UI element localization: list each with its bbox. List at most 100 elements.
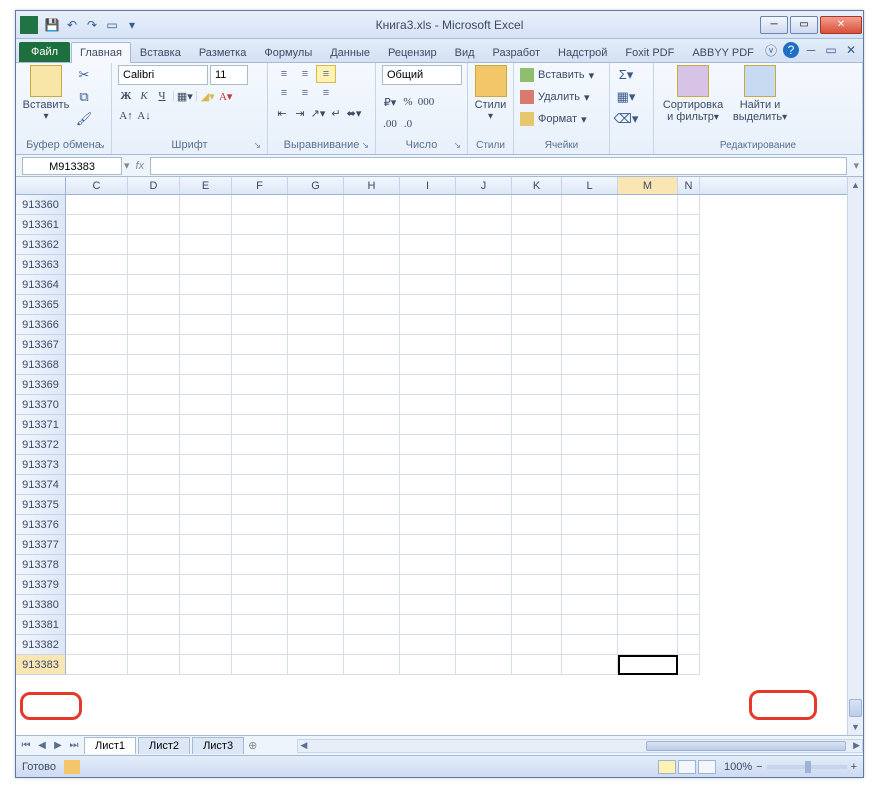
cell[interactable] — [400, 215, 456, 235]
cell[interactable] — [128, 195, 180, 215]
cell[interactable] — [66, 415, 128, 435]
grow-font-button[interactable]: A↑ — [118, 107, 134, 125]
autosum-button[interactable]: Σ▾ — [616, 65, 636, 85]
file-tab[interactable]: Файл — [19, 42, 70, 62]
close-button[interactable]: ✕ — [820, 16, 862, 34]
cell[interactable] — [232, 235, 288, 255]
cell[interactable] — [618, 595, 678, 615]
save-icon[interactable]: 💾 — [44, 17, 60, 33]
zoom-out-button[interactable]: − — [756, 761, 762, 773]
cell[interactable] — [512, 435, 562, 455]
minimize-button[interactable]: ─ — [760, 16, 788, 34]
cell[interactable] — [618, 375, 678, 395]
row-header[interactable]: 913361 — [16, 215, 66, 235]
cell[interactable] — [678, 455, 700, 475]
cell[interactable] — [66, 295, 128, 315]
last-sheet-icon[interactable]: ⏭ — [66, 740, 82, 751]
expand-formula-bar-icon[interactable]: ▾ — [853, 159, 863, 172]
cell[interactable] — [562, 415, 618, 435]
cell[interactable] — [66, 435, 128, 455]
cell[interactable] — [128, 255, 180, 275]
cell[interactable] — [512, 475, 562, 495]
cell[interactable] — [180, 495, 232, 515]
italic-button[interactable]: К — [136, 87, 152, 105]
cell[interactable] — [562, 575, 618, 595]
cell[interactable] — [66, 475, 128, 495]
scroll-right-icon[interactable]: ▶ — [853, 740, 860, 751]
cell[interactable] — [232, 415, 288, 435]
cell[interactable] — [128, 435, 180, 455]
cell[interactable] — [344, 235, 400, 255]
cell[interactable] — [562, 355, 618, 375]
cell[interactable] — [288, 455, 344, 475]
comma-button[interactable]: 000 — [418, 93, 434, 111]
column-header[interactable]: M — [618, 177, 678, 194]
align-middle-button[interactable]: ≡ — [295, 65, 315, 83]
cell[interactable] — [180, 595, 232, 615]
cell[interactable] — [344, 475, 400, 495]
formula-input[interactable] — [150, 157, 847, 175]
cell[interactable] — [344, 415, 400, 435]
cell[interactable] — [618, 575, 678, 595]
cell[interactable] — [288, 575, 344, 595]
increase-indent-button[interactable]: ⇥ — [292, 104, 308, 122]
cell[interactable] — [618, 455, 678, 475]
row-header[interactable]: 913383 — [16, 655, 66, 675]
cell[interactable] — [232, 615, 288, 635]
cell[interactable] — [678, 595, 700, 615]
column-header[interactable]: D — [128, 177, 180, 194]
decrease-decimal-button[interactable]: .0 — [400, 115, 416, 133]
styles-button[interactable]: Стили▾ — [474, 65, 507, 122]
currency-button[interactable]: ₽▾ — [382, 93, 398, 111]
cell[interactable] — [128, 655, 180, 675]
row-header[interactable]: 913369 — [16, 375, 66, 395]
delete-cells-button[interactable]: Удалить ▾ — [520, 87, 594, 107]
cell[interactable] — [512, 535, 562, 555]
pagebreak-view-button[interactable] — [698, 760, 716, 774]
cell[interactable] — [128, 355, 180, 375]
paste-button[interactable]: Вставить▾ — [22, 65, 70, 122]
cell[interactable] — [512, 455, 562, 475]
cell[interactable] — [562, 295, 618, 315]
cell[interactable] — [512, 335, 562, 355]
row-header[interactable]: 913378 — [16, 555, 66, 575]
cell[interactable] — [180, 575, 232, 595]
ribbon-tab-данные[interactable]: Данные — [321, 42, 379, 63]
cell[interactable] — [128, 235, 180, 255]
column-header[interactable]: E — [180, 177, 232, 194]
cell[interactable] — [232, 335, 288, 355]
row-header[interactable]: 913375 — [16, 495, 66, 515]
cell[interactable] — [618, 495, 678, 515]
select-all-corner[interactable] — [16, 177, 66, 194]
cell[interactable] — [344, 315, 400, 335]
cell[interactable] — [232, 455, 288, 475]
align-top-button[interactable]: ≡ — [274, 65, 294, 83]
merge-button[interactable]: ⬌▾ — [346, 104, 362, 122]
cell[interactable] — [512, 575, 562, 595]
cell[interactable] — [618, 395, 678, 415]
cell[interactable] — [288, 535, 344, 555]
first-sheet-icon[interactable]: ⏮ — [18, 740, 34, 751]
cell[interactable] — [678, 495, 700, 515]
cell[interactable] — [618, 435, 678, 455]
ribbon-tab-foxit pdf[interactable]: Foxit PDF — [616, 42, 683, 63]
ribbon-tab-abbyy pdf[interactable]: ABBYY PDF — [683, 42, 763, 63]
cell[interactable] — [344, 355, 400, 375]
cell[interactable] — [232, 535, 288, 555]
cell[interactable] — [400, 455, 456, 475]
cell[interactable] — [344, 275, 400, 295]
cell[interactable] — [512, 635, 562, 655]
orientation-button[interactable]: ↗▾ — [310, 104, 326, 122]
ribbon-tab-разметка[interactable]: Разметка — [190, 42, 256, 63]
cell[interactable] — [180, 615, 232, 635]
column-header[interactable]: L — [562, 177, 618, 194]
maximize-button[interactable]: ▭ — [790, 16, 818, 34]
cell[interactable] — [562, 375, 618, 395]
cell[interactable] — [512, 655, 562, 675]
mdi-close-icon[interactable]: ✕ — [843, 42, 859, 58]
cell[interactable] — [456, 415, 512, 435]
cell[interactable] — [678, 575, 700, 595]
ribbon-tab-вставка[interactable]: Вставка — [131, 42, 190, 63]
cell[interactable] — [456, 295, 512, 315]
cell[interactable] — [512, 315, 562, 335]
